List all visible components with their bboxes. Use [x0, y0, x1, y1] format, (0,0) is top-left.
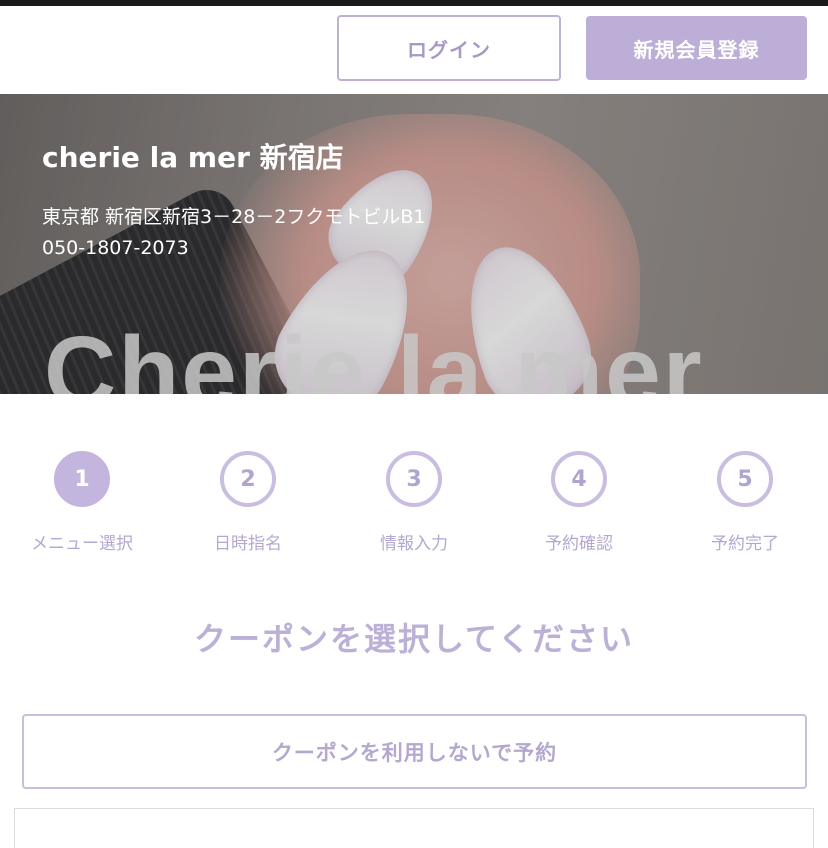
step-label: 情報入力 [380, 534, 448, 554]
step-label: 日時指名 [214, 534, 282, 554]
step-number: 1 [54, 451, 110, 507]
reserve-without-coupon-button[interactable]: クーポンを利用しないで予約 [22, 714, 807, 789]
coupon-section-title: クーポンを選択してください [193, 620, 635, 658]
step-number: 3 [386, 451, 442, 507]
coupon-card[interactable] [14, 808, 814, 848]
salon-hero-banner: Cherie la mer CHERIE cherie la mer 新宿店 東… [0, 94, 828, 394]
login-button[interactable]: ログイン [337, 15, 561, 81]
step-menu-select: 1 メニュー選択 [7, 448, 157, 554]
header: ログイン 新規会員登録 [0, 6, 828, 94]
step-label: 予約完了 [711, 534, 779, 554]
step-confirm: 4 予約確認 [504, 448, 654, 554]
reservation-steps: 1 メニュー選択 2 日時指名 3 情報入力 4 予約確認 5 予約完了 [0, 448, 828, 568]
step-number: 4 [551, 451, 607, 507]
step-datetime: 2 日時指名 [173, 448, 323, 554]
step-complete: 5 予約完了 [670, 448, 820, 554]
hero-logo-text: Cherie la mer [44, 316, 704, 394]
salon-address: 東京都 新宿区新宿3－28－2フクモトビルB1 [42, 206, 426, 228]
register-button[interactable]: 新規会員登録 [586, 16, 807, 80]
step-info-input: 3 情報入力 [339, 448, 489, 554]
step-number: 5 [717, 451, 773, 507]
step-number: 2 [220, 451, 276, 507]
salon-name: cherie la mer 新宿店 [42, 141, 344, 174]
step-label: 予約確認 [545, 534, 613, 554]
salon-phone[interactable]: 050-1807-2073 [42, 237, 189, 259]
step-label: メニュー選択 [31, 534, 133, 554]
